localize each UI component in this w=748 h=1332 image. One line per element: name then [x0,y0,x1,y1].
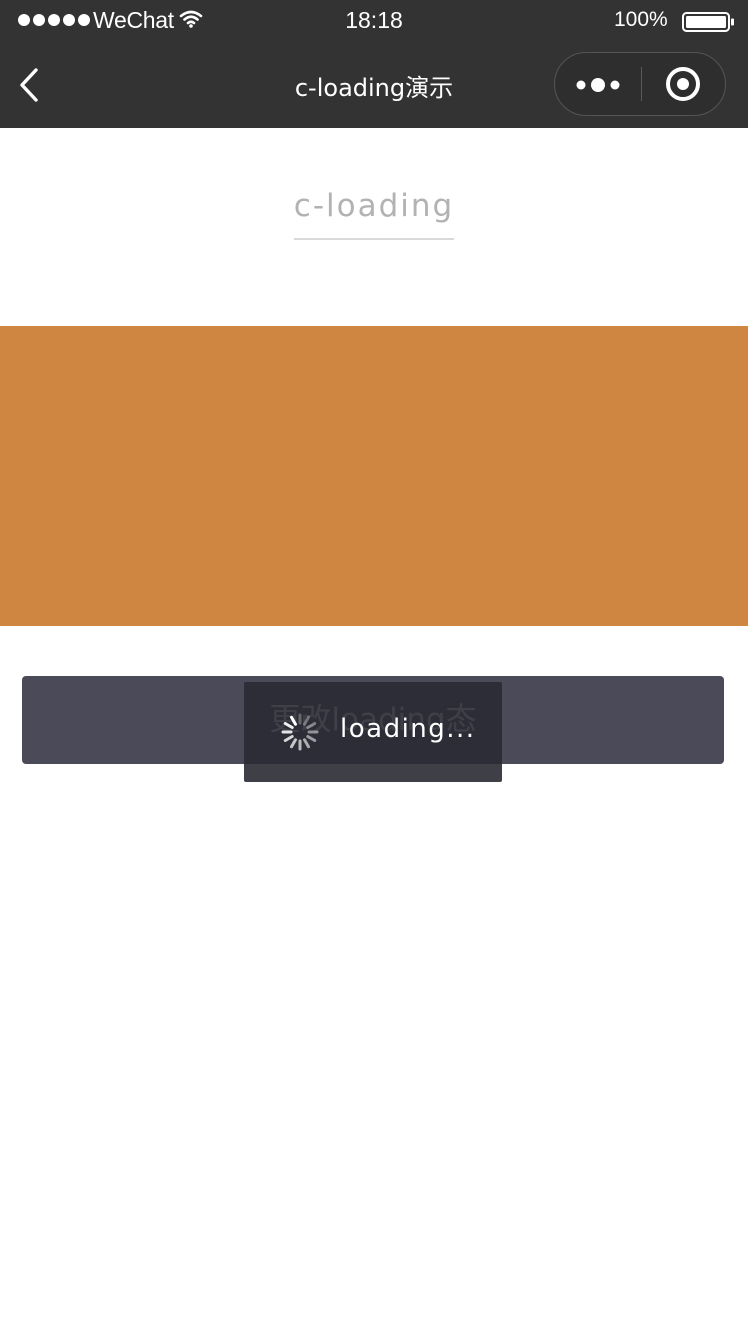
navigation-bar: c-loading演示 [0,42,748,128]
section-heading-text: c-loading [293,188,455,240]
section-heading: c-loading [0,188,748,240]
more-dots-icon [576,78,620,92]
spinner-icon [281,713,319,751]
loading-toast: loading... [244,682,502,782]
target-circle-icon [666,67,700,101]
status-bar: WeChat 18:18 100% [0,0,748,42]
more-button[interactable] [555,53,641,115]
color-block [0,326,748,626]
loading-text: loading... [340,714,476,744]
capsule-menu [554,52,726,116]
battery-percentage: 100% [614,8,668,31]
close-miniprogram-button[interactable] [642,53,725,115]
battery-icon [682,12,734,32]
